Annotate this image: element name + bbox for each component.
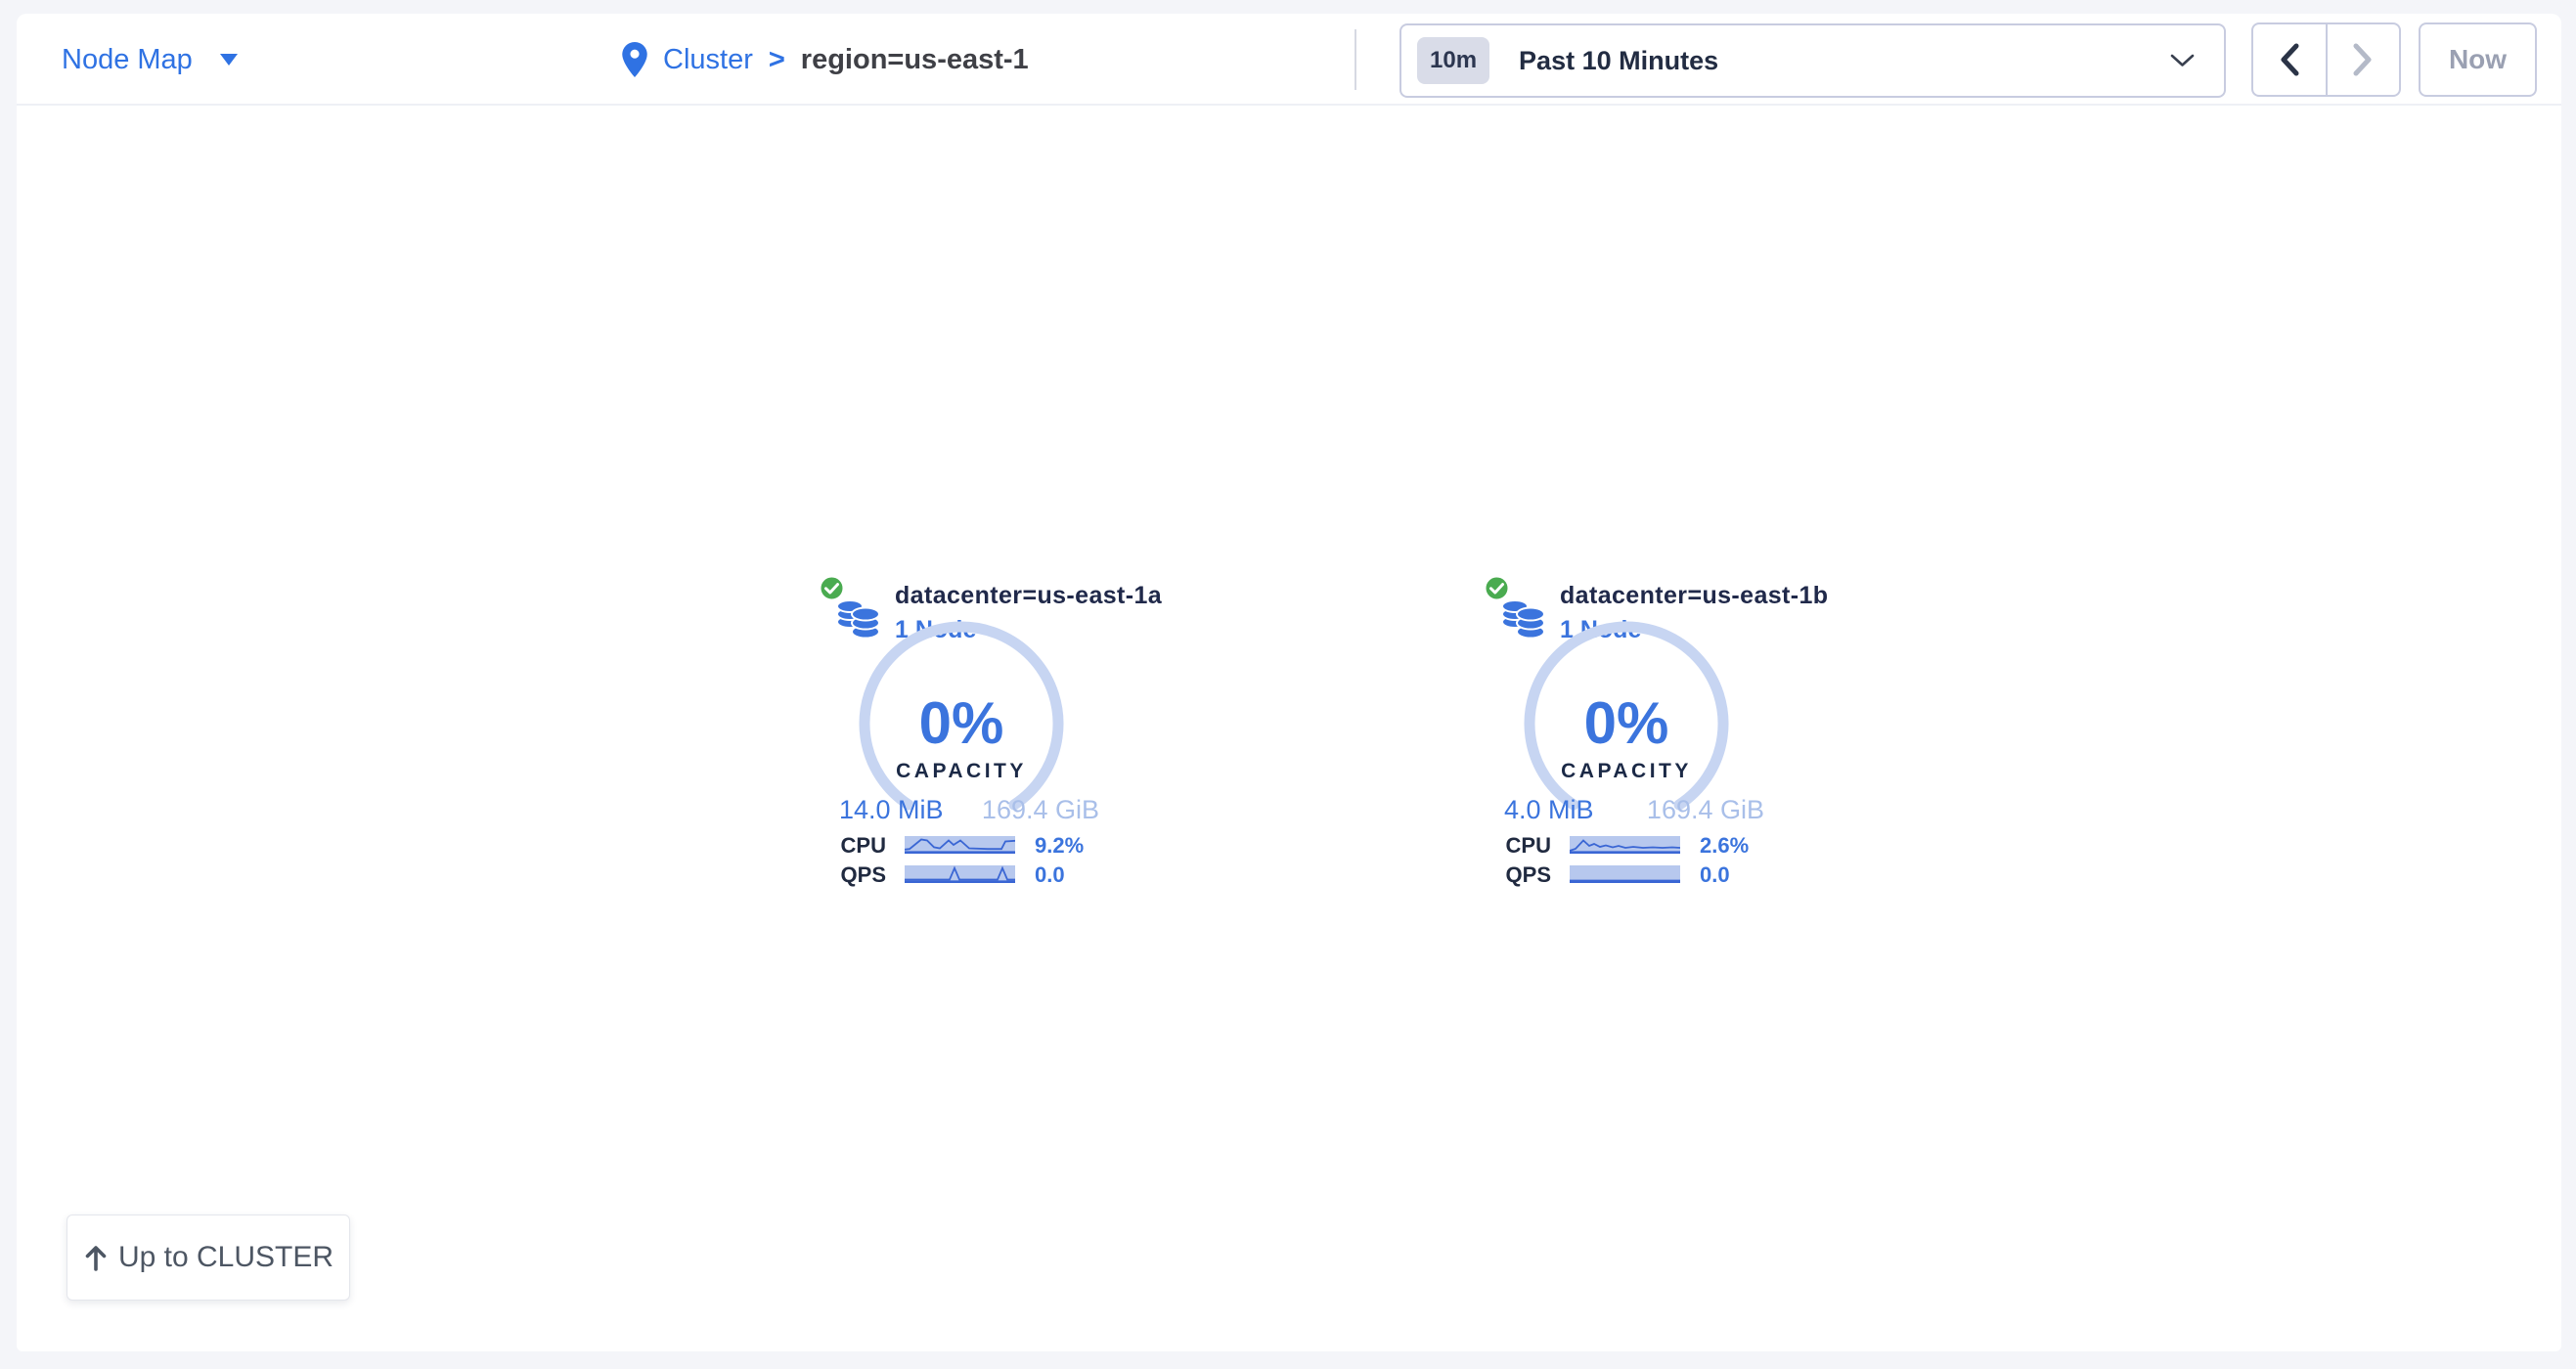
qps-label: QPS xyxy=(812,865,886,884)
qps-value: 0.0 xyxy=(1035,865,1065,884)
cpu-sparkline xyxy=(905,836,1015,854)
view-selector[interactable]: Node Map xyxy=(62,14,238,106)
time-range-label: Past 10 Minutes xyxy=(1519,46,1718,76)
breadcrumb-current: region=us-east-1 xyxy=(801,44,1029,76)
cpu-sparkline xyxy=(1570,836,1680,854)
qps-row: QPS 0.0 xyxy=(812,865,1136,883)
time-prev-button[interactable] xyxy=(2253,24,2328,95)
qps-label: QPS xyxy=(1477,865,1551,884)
up-arrow-icon xyxy=(83,1243,109,1272)
datacenter-title: datacenter=us-east-1a xyxy=(895,582,1162,610)
topbar: Node Map Cluster > region=us-east-1 10m … xyxy=(17,14,2561,106)
datacenter-title: datacenter=us-east-1b xyxy=(1560,582,1828,610)
cpu-label: CPU xyxy=(1477,836,1551,855)
cpu-value: 9.2% xyxy=(1035,836,1084,855)
capacity-percent: 0% xyxy=(1519,694,1734,753)
cpu-value: 2.6% xyxy=(1700,836,1749,855)
capacity-used: 14.0 MiB xyxy=(839,795,944,824)
capacity-label: CAPACITY xyxy=(854,761,1069,781)
breadcrumb-separator: > xyxy=(769,44,785,76)
chevron-right-icon xyxy=(2352,43,2374,76)
time-range-badge: 10m xyxy=(1417,37,1489,84)
qps-value: 0.0 xyxy=(1700,865,1730,884)
node-map-page: { "page": { "background": "#f4f5f9" }, "… xyxy=(0,0,2576,1369)
time-next-button[interactable] xyxy=(2328,24,2400,95)
capacity-percent: 0% xyxy=(854,694,1069,753)
view-selector-label: Node Map xyxy=(62,44,193,76)
up-to-cluster-button[interactable]: Up to CLUSTER xyxy=(67,1214,350,1301)
breadcrumb-cluster-link[interactable]: Cluster xyxy=(663,44,753,76)
health-check-icon xyxy=(818,574,846,602)
topbar-divider xyxy=(1355,29,1356,90)
capacity-values: 14.0 MiB 169.4 GiB xyxy=(839,795,1099,824)
qps-row: QPS 0.0 xyxy=(1477,865,1801,883)
location-pin-icon xyxy=(622,42,647,77)
cpu-row: CPU 2.6% xyxy=(1477,836,1801,854)
capacity-values: 4.0 MiB 169.4 GiB xyxy=(1504,795,1764,824)
qps-sparkline xyxy=(905,865,1015,883)
caret-down-icon xyxy=(220,54,238,66)
app-sheet: Node Map Cluster > region=us-east-1 10m … xyxy=(17,14,2561,1351)
capacity-total: 169.4 GiB xyxy=(1647,795,1764,824)
up-to-cluster-label: Up to CLUSTER xyxy=(118,1241,333,1274)
time-range-select[interactable]: 10m Past 10 Minutes xyxy=(1399,23,2226,98)
datacenter-card[interactable]: datacenter=us-east-1b 1 Node 0% CAPACITY… xyxy=(1477,572,1801,895)
cpu-row: CPU 9.2% xyxy=(812,836,1136,854)
health-check-icon xyxy=(1483,574,1511,602)
breadcrumb: Cluster > region=us-east-1 xyxy=(622,14,1029,106)
time-nav-group xyxy=(2251,22,2401,97)
now-button[interactable]: Now xyxy=(2419,22,2537,97)
capacity-label: CAPACITY xyxy=(1519,761,1734,781)
chevron-left-icon xyxy=(2279,43,2300,76)
node-map-canvas: datacenter=us-east-1a 1 Node 0% CAPACITY… xyxy=(17,108,2561,1351)
chevron-down-icon xyxy=(2170,54,2195,67)
qps-sparkline xyxy=(1570,865,1680,883)
cpu-label: CPU xyxy=(812,836,886,855)
datacenter-card[interactable]: datacenter=us-east-1a 1 Node 0% CAPACITY… xyxy=(812,572,1136,895)
capacity-total: 169.4 GiB xyxy=(982,795,1099,824)
capacity-used: 4.0 MiB xyxy=(1504,795,1594,824)
